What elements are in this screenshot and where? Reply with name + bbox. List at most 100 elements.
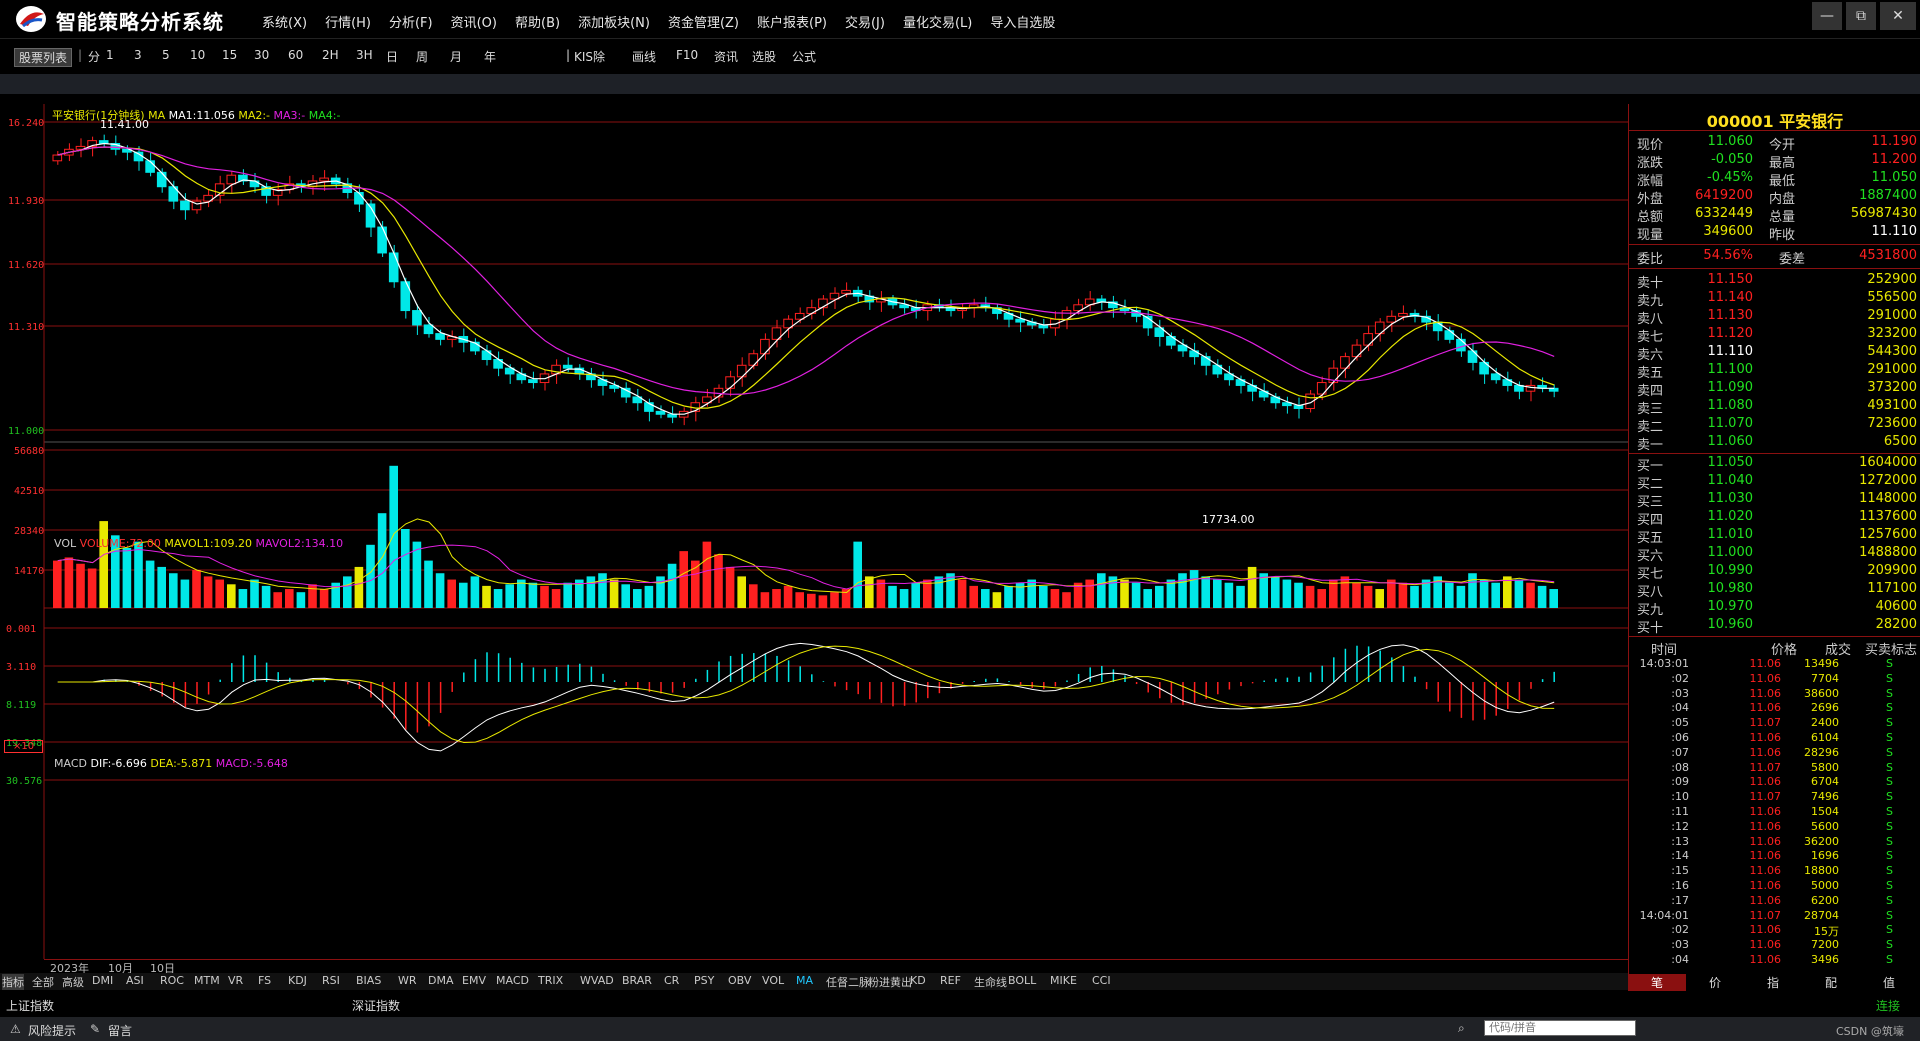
period-button-12[interactable]: 月 — [450, 48, 462, 65]
close-button[interactable]: ✕ — [1880, 2, 1916, 30]
tool-button-0[interactable]: KIS除 — [574, 48, 605, 65]
buys-level[interactable]: 买三 11.030 1148000 — [1629, 491, 1920, 510]
quote-tab-1[interactable]: 价 — [1686, 974, 1744, 991]
indicator-tab-28[interactable]: 生命线 — [974, 974, 1007, 990]
indicator-tab-24[interactable]: 任督二脉 — [826, 974, 870, 990]
indicator-tab-29[interactable]: BOLL — [1008, 974, 1036, 987]
indicator-tab-21[interactable]: OBV — [728, 974, 751, 987]
indicator-tab-8[interactable]: FS — [258, 974, 271, 987]
sells-level[interactable]: 卖三 11.080 493100 — [1629, 398, 1920, 417]
sells-level[interactable]: 卖八 11.130 291000 — [1629, 308, 1920, 327]
sells-level[interactable]: 卖九 11.140 556500 — [1629, 290, 1920, 309]
buys-level[interactable]: 买七 10.990 209900 — [1629, 563, 1920, 582]
indicator-tab-26[interactable]: KD — [910, 974, 926, 987]
restore-button[interactable]: ⧉ — [1846, 2, 1876, 30]
indicator-tab-9[interactable]: KDJ — [288, 974, 307, 987]
period-button-3[interactable]: 5 — [162, 48, 170, 62]
indicator-tab-10[interactable]: RSI — [322, 974, 340, 987]
sells-volume: 252900 — [1867, 272, 1917, 287]
indicator-tab-6[interactable]: MTM — [194, 974, 220, 987]
stock-list-button[interactable]: 股票列表 — [14, 48, 73, 67]
buys-level[interactable]: 买八 10.980 117100 — [1629, 581, 1920, 600]
indicator-tab-22[interactable]: VOL — [762, 974, 784, 987]
period-button-10[interactable]: 日 — [386, 48, 398, 65]
menu-item-9[interactable]: 量化交易(L) — [903, 12, 972, 31]
sells-level[interactable]: 卖七 11.120 323200 — [1629, 326, 1920, 345]
period-button-7[interactable]: 60 — [288, 48, 303, 62]
indicator-tab-20[interactable]: PSY — [694, 974, 714, 987]
indicator-tab-7[interactable]: VR — [228, 974, 243, 987]
menu-item-6[interactable]: 资金管理(Z) — [668, 12, 739, 31]
minimize-button[interactable]: — — [1812, 2, 1842, 30]
menu-item-10[interactable]: 导入自选股 — [990, 12, 1055, 31]
buys-level[interactable]: 买五 11.010 1257600 — [1629, 527, 1920, 546]
indicator-tab-18[interactable]: BRAR — [622, 974, 652, 987]
indicator-tab-30[interactable]: MIKE — [1050, 974, 1077, 987]
indicator-tab-25[interactable]: 粉进黄出 — [868, 974, 912, 990]
menu-item-0[interactable]: 系统(X) — [262, 12, 307, 31]
buys-level[interactable]: 买六 11.000 1488800 — [1629, 545, 1920, 564]
menu-item-5[interactable]: 添加板块(N) — [578, 12, 650, 31]
period-button-0[interactable]: 分 — [88, 48, 100, 65]
indicator-tab-15[interactable]: MACD — [496, 974, 529, 987]
period-button-4[interactable]: 10 — [190, 48, 205, 62]
menu-item-2[interactable]: 分析(F) — [389, 12, 433, 31]
menu-item-4[interactable]: 帮助(B) — [515, 12, 560, 31]
period-button-9[interactable]: 3H — [356, 48, 373, 62]
sh-index-label[interactable]: 上证指数 — [6, 997, 54, 1014]
indicator-tab-5[interactable]: ROC — [160, 974, 184, 987]
stock-search-input[interactable] — [1484, 1020, 1636, 1036]
menu-item-1[interactable]: 行情(H) — [325, 12, 371, 31]
menu-item-3[interactable]: 资讯(O) — [451, 12, 497, 31]
tick-row: :14 11.06 1696 S — [1629, 849, 1920, 864]
indicator-tab-17[interactable]: WVAD — [580, 974, 614, 987]
indicator-tab-11[interactable]: BIAS — [356, 974, 381, 987]
period-button-6[interactable]: 30 — [254, 48, 269, 62]
buys-level[interactable]: 买四 11.020 1137600 — [1629, 509, 1920, 528]
message-link[interactable]: 留言 — [108, 1022, 132, 1039]
buys-level[interactable]: 买九 10.970 40600 — [1629, 599, 1920, 618]
indicator-tab-23[interactable]: MA — [796, 974, 813, 987]
sells-level[interactable]: 卖一 11.060 6500 — [1629, 434, 1920, 453]
sz-index-label[interactable]: 深证指数 — [352, 997, 400, 1014]
indicator-tab-14[interactable]: EMV — [462, 974, 486, 987]
menu-item-7[interactable]: 账户报表(P) — [757, 12, 827, 31]
indicator-tab-16[interactable]: TRIX — [538, 974, 563, 987]
period-button-2[interactable]: 3 — [134, 48, 142, 62]
tool-button-3[interactable]: 资讯 — [714, 48, 738, 65]
sells-level[interactable]: 卖六 11.110 544300 — [1629, 344, 1920, 363]
sells-level[interactable]: 卖二 11.070 723600 — [1629, 416, 1920, 435]
buys-level[interactable]: 买十 10.960 28200 — [1629, 617, 1920, 636]
quote-tab-3[interactable]: 配 — [1802, 974, 1860, 991]
quote-tab-0[interactable]: 笔 — [1628, 974, 1686, 991]
indicator-tab-31[interactable]: CCI — [1092, 974, 1111, 987]
period-button-11[interactable]: 周 — [416, 48, 428, 65]
tool-button-2[interactable]: F10 — [676, 48, 698, 62]
sells-level[interactable]: 卖十 11.150 252900 — [1629, 272, 1920, 291]
tool-button-5[interactable]: 公式 — [792, 48, 816, 65]
buys-level[interactable]: 买一 11.050 1604000 — [1629, 455, 1920, 474]
sells-level[interactable]: 卖四 11.090 373200 — [1629, 380, 1920, 399]
quote-tab-2[interactable]: 指 — [1744, 974, 1802, 991]
indicator-tab-4[interactable]: ASI — [126, 974, 144, 987]
tool-button-4[interactable]: 选股 — [752, 48, 776, 65]
indicator-tab-0[interactable]: 指标 — [2, 974, 24, 990]
period-button-13[interactable]: 年 — [484, 48, 496, 65]
buys-level[interactable]: 买二 11.040 1272000 — [1629, 473, 1920, 492]
period-button-5[interactable]: 15 — [222, 48, 237, 62]
period-button-8[interactable]: 2H — [322, 48, 339, 62]
indicator-tab-13[interactable]: DMA — [428, 974, 454, 987]
indicator-tab-27[interactable]: REF — [940, 974, 961, 987]
risk-link[interactable]: 风险提示 — [28, 1022, 76, 1039]
sells-level[interactable]: 卖五 11.100 291000 — [1629, 362, 1920, 381]
quote-tab-4[interactable]: 值 — [1860, 974, 1918, 991]
indicator-tab-3[interactable]: DMI — [92, 974, 113, 987]
buys-label: 买九 — [1637, 603, 1664, 618]
period-button-1[interactable]: 1 — [106, 48, 114, 62]
tool-button-1[interactable]: 画线 — [632, 48, 656, 65]
indicator-tab-12[interactable]: WR — [398, 974, 417, 987]
indicator-tab-2[interactable]: 高级 — [62, 974, 84, 990]
indicator-tab-19[interactable]: CR — [664, 974, 679, 987]
menu-item-8[interactable]: 交易(J) — [845, 12, 885, 31]
indicator-tab-1[interactable]: 全部 — [32, 974, 54, 990]
